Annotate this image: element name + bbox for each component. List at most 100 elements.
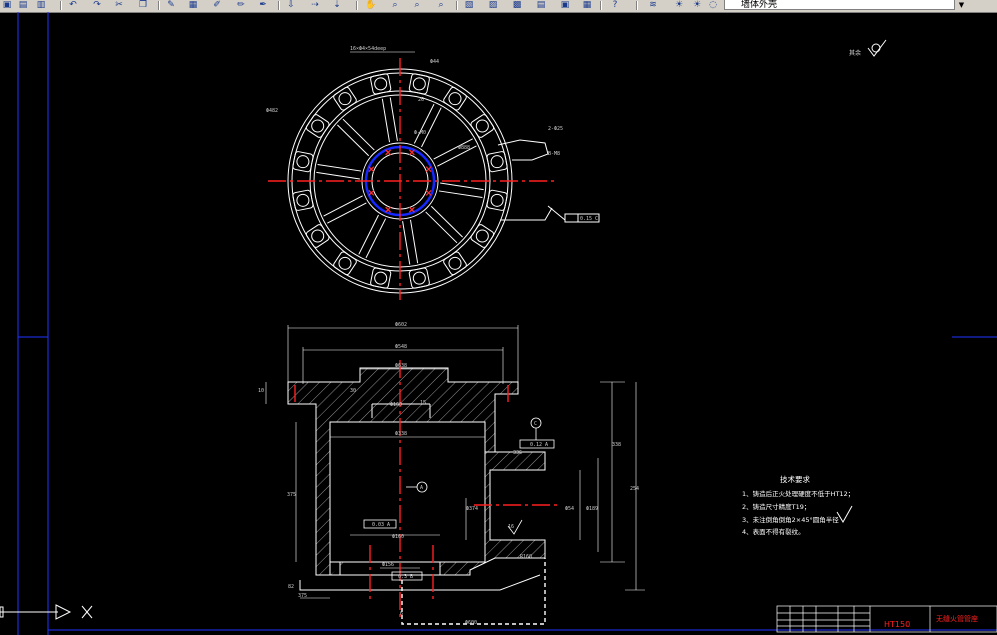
tech-requirements: 技术要求 1、铸造后正火处理硬度不低于HT12； 2、铸造尺寸精度T19； 3、… [742,474,854,536]
print-icon[interactable]: ▥ [34,0,48,10]
layer-dropdown-arrow[interactable]: ▼ [954,0,968,10]
datum-c: C [534,421,537,427]
bolt-hole [296,193,310,207]
cut-icon[interactable]: ✂ [112,0,126,10]
layer-lock-icon[interactable]: ◌ [706,0,720,10]
bolt-pocket [408,267,430,289]
calculator-icon[interactable]: ▦ [580,0,594,10]
pencil-icon[interactable]: ✏ [234,0,248,10]
dim-s-0: Ф602 [395,322,407,328]
undo-icon[interactable]: ↶ [66,0,80,10]
bolt-hole [448,256,462,270]
dim-top-6: Ф888 [458,145,470,151]
rib [425,205,463,244]
open-icon[interactable]: ▣ [0,0,14,10]
bolt-pocket [486,151,508,173]
title-name: 无缝火管管座 [936,614,978,623]
design-center-icon[interactable]: ▨ [486,0,500,10]
layer-on-icon[interactable]: ☀ [690,0,704,10]
dim-s-7: 10 [258,388,264,394]
drawing-canvas[interactable]: 16×Ф4×54deep Ф44 Ф482 26 Ф-M0 Ф888 2-Ф25… [0,12,997,635]
pan-icon[interactable]: ⇩ [284,0,298,10]
match-icon[interactable]: ✎ [164,0,178,10]
tol-top: 0.15 C [580,216,598,222]
bolt-pocket [443,86,467,111]
roughness-note: 其余 [849,49,861,57]
dim-s-16: 336 [513,450,522,456]
dim-s-17: Ф156 [382,562,394,568]
datum-a: A [420,485,423,491]
dim-s-4: Ф160 [390,402,402,408]
dim-s-6: 15 [420,400,426,406]
tool-icon[interactable]: ✒ [256,0,270,10]
ucs-icon [0,604,93,620]
realtime-pan-icon[interactable]: ✋ [364,0,378,10]
bolt-pocket [370,267,392,289]
rib [402,219,419,265]
rib [337,118,375,157]
bolt-pocket [292,189,314,211]
help-icon[interactable]: ? [608,0,622,10]
bolt-hole [338,92,352,106]
markup-icon[interactable]: ▣ [558,0,572,10]
bolt-hole [374,271,388,285]
bolt-pocket [470,224,495,248]
bolt-hole [311,229,325,243]
zoom-window-icon[interactable]: ⌕ [410,0,424,10]
copy-icon[interactable]: ❐ [136,0,150,10]
brush-icon[interactable]: ✐ [210,0,224,10]
bolt-pocket [305,224,330,248]
bolt-pocket [305,114,330,138]
bolt-pocket [333,86,357,111]
rib [316,163,362,180]
zoom-prev-icon[interactable]: ⌕ [434,0,448,10]
layer-state-icon[interactable]: ☀ [672,0,686,10]
sheet-set-icon[interactable]: ▤ [534,0,548,10]
bolt-hole [490,155,504,169]
dim-s-10: 338 [612,442,621,448]
dim-top-1: 16×Ф4×54deep [350,46,386,52]
tool-palette-icon[interactable]: ▩ [510,0,524,10]
save-icon[interactable]: ▤ [16,0,30,10]
bolt-hole [311,119,325,133]
dim-top-8: B-M8 [548,151,560,157]
layer-manager-icon[interactable]: ≋ [646,0,660,10]
tol-3: 0.3 B [398,574,413,580]
bolt-pocket [408,73,430,95]
tech-req-2: 2、铸造尺寸精度T19； [742,502,810,511]
hole-center-mark [408,206,415,213]
bolt-pocket [370,73,392,95]
tech-req-3: 3、未注倒角倒角2×45°圆角半径 [742,515,839,524]
tol-2: 0.03 A [372,522,390,528]
bolt-pocket [443,251,467,276]
dim-top-4: 26 [418,97,424,103]
properties-icon[interactable]: ▧ [462,0,476,10]
zoom-icon[interactable]: ⌕ [388,0,402,10]
dim-s-1: Ф548 [395,344,407,350]
bolt-hole [412,271,426,285]
dim-s-2: Ф638 [395,363,407,369]
title-material: HT150 [884,620,910,629]
hole-center-mark [368,189,375,196]
hole-center-mark [385,149,392,156]
bolt-pocket [292,151,314,173]
layer-dropdown[interactable]: 墙体外壳 [724,0,968,10]
dim-s-22: Ф600 [465,620,477,626]
rib [381,97,398,143]
hole-center-mark [385,206,392,213]
section-view [287,367,546,591]
dim-top-2: Ф44 [430,59,439,65]
rib [413,103,442,148]
tech-req-title: 技术要求 [780,474,810,484]
hole-center-mark [368,166,375,173]
redo-icon[interactable]: ↷ [90,0,104,10]
bolt-pocket [470,114,495,138]
hole-center-mark [425,166,432,173]
dim-s-20: 375 [298,593,307,599]
dim-top-3: Ф482 [266,108,278,114]
dim-s-18: 16 [508,524,514,530]
dim-s-15: R160 [520,554,532,560]
rib [358,214,387,259]
top-centerlines [268,58,558,300]
paste-icon[interactable]: ▦ [186,0,200,10]
